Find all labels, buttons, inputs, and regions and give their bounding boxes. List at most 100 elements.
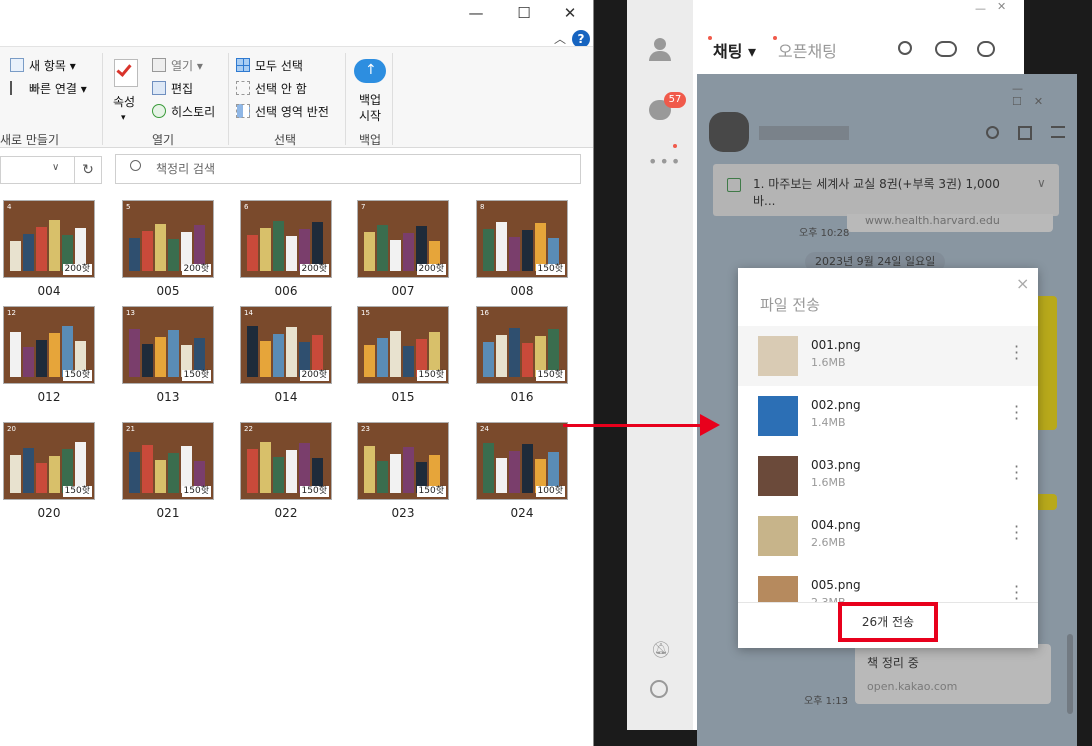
file-thumbnail[interactable]: 16 150핫: [476, 306, 568, 384]
tab-open-chatting[interactable]: 오픈채팅: [778, 38, 837, 62]
file-list-item[interactable]: 005.png2.3MB···: [738, 566, 1038, 602]
select-all-button[interactable]: 모두 선택: [236, 57, 303, 75]
book-shape: [155, 460, 166, 493]
file-name[interactable]: 020: [3, 506, 95, 520]
more-options-icon[interactable]: · · ·: [1014, 339, 1020, 367]
file-name[interactable]: 024: [476, 506, 568, 520]
friends-icon[interactable]: [649, 38, 671, 61]
red-arrow-head: [700, 414, 720, 436]
book-shape: [286, 327, 297, 377]
invert-selection-button[interactable]: 선택 영역 반전: [236, 103, 329, 121]
add-chat-icon[interactable]: [977, 41, 995, 57]
minimize-button[interactable]: —: [456, 2, 496, 24]
file-name[interactable]: 016: [476, 390, 568, 404]
maximize-button[interactable]: ☐: [504, 2, 544, 24]
file-thumbnail[interactable]: 23 150핫: [357, 422, 449, 500]
file-thumbnail[interactable]: 6 200핫: [240, 200, 332, 278]
file-thumbnail[interactable]: 12 150핫: [3, 306, 95, 384]
book-shape: [390, 454, 401, 493]
easy-access-button[interactable]: 빠른 연결 ▾: [10, 80, 87, 98]
file-thumbnail: [758, 576, 798, 602]
backup-group-label: 백업: [359, 133, 382, 147]
thumbnail-badge: 150핫: [62, 370, 92, 381]
file-name[interactable]: 005: [122, 284, 214, 298]
file-explorer-window: — ☐ ✕ ︿ ? 새 항목 ▾ 빠른 연결 ▾ 새로 만들기 속성 ▾ 열기 …: [0, 0, 594, 746]
file-name[interactable]: 015: [357, 390, 449, 404]
file-thumbnail[interactable]: 8 150핫: [476, 200, 568, 278]
thumbnail-badge: 200핫: [299, 370, 329, 381]
file-thumbnail[interactable]: 7 200핫: [357, 200, 449, 278]
book-shape: [273, 221, 284, 271]
file-name[interactable]: 004: [3, 284, 95, 298]
file-list-item[interactable]: 004.png 2.6MB · · ·: [738, 506, 1038, 566]
file-thumbnail[interactable]: 5 200핫: [122, 200, 214, 278]
open-button[interactable]: 열기 ▾: [152, 57, 203, 75]
new-item-button[interactable]: 새 항목 ▾: [10, 57, 76, 75]
properties-icon[interactable]: [114, 59, 138, 87]
thumbnail-number: 20: [7, 425, 16, 433]
kakao-sidebar: 57 ••• 🔕︎: [627, 0, 693, 730]
main-minimize-button[interactable]: —: [975, 2, 986, 15]
book-shape: [129, 329, 140, 377]
close-icon[interactable]: ×: [1016, 274, 1029, 293]
file-thumbnail[interactable]: 14 200핫: [240, 306, 332, 384]
book-shape: [364, 345, 375, 377]
book-shape: [247, 449, 258, 493]
more-icon[interactable]: •••: [648, 152, 682, 171]
thumbnail-number: 21: [126, 425, 135, 433]
file-thumbnail[interactable]: 22 150핫: [240, 422, 332, 500]
more-options-icon[interactable]: · · ·: [1014, 519, 1020, 547]
file-thumbnail[interactable]: 15 150핫: [357, 306, 449, 384]
more-options-icon[interactable]: · · ·: [1014, 579, 1020, 603]
book-shape: [483, 443, 494, 493]
new-chat-icon[interactable]: [935, 41, 957, 57]
search-input[interactable]: 책정리 검색: [115, 154, 581, 184]
thumbnail-badge: 200핫: [416, 264, 446, 275]
file-name[interactable]: 012: [3, 390, 95, 404]
file-size: 2.6MB: [811, 536, 846, 549]
main-close-button[interactable]: ✕: [997, 0, 1006, 13]
file-list-item[interactable]: 003.png 1.6MB · · ·: [738, 446, 1038, 506]
file-name[interactable]: 006: [240, 284, 332, 298]
edit-button[interactable]: 편집: [152, 80, 193, 98]
book-shape: [10, 332, 21, 377]
file-list-item[interactable]: 002.png 1.4MB · · ·: [738, 386, 1038, 446]
file-name[interactable]: 023: [357, 506, 449, 520]
file-thumbnail[interactable]: 13 150핫: [122, 306, 214, 384]
more-options-icon[interactable]: · · ·: [1014, 459, 1020, 487]
settings-gear-icon[interactable]: [650, 680, 668, 698]
address-dropdown-icon[interactable]: ∨: [52, 162, 59, 173]
file-thumbnail[interactable]: 24 100핫: [476, 422, 568, 500]
tab-chatting[interactable]: 채팅 ▾: [713, 38, 756, 62]
file-name[interactable]: 022: [240, 506, 332, 520]
file-name: 005.png: [811, 578, 861, 592]
book-shape: [496, 458, 507, 493]
notification-bell-icon[interactable]: 🔕︎: [651, 640, 671, 659]
file-name[interactable]: 013: [122, 390, 214, 404]
history-button[interactable]: 히스토리: [152, 103, 215, 121]
file-name[interactable]: 007: [357, 284, 449, 298]
ribbon-divider: [345, 53, 346, 145]
select-none-button[interactable]: 선택 안 함: [236, 80, 307, 98]
file-name[interactable]: 014: [240, 390, 332, 404]
send-button[interactable]: 26개 전송: [838, 602, 938, 642]
file-name[interactable]: 008: [476, 284, 568, 298]
file-thumbnail[interactable]: 4 200핫: [3, 200, 95, 278]
book-shape: [168, 239, 179, 271]
properties-dropdown-icon[interactable]: ▾: [121, 109, 126, 127]
collapse-ribbon-icon[interactable]: ︿: [554, 30, 566, 47]
ribbon: 새 항목 ▾ 빠른 연결 ▾ 새로 만들기 속성 ▾ 열기 ▾ 편집 히스토리 …: [0, 46, 593, 148]
thumbnail-image: 4 200핫: [3, 200, 95, 278]
refresh-button[interactable]: ↻: [74, 156, 102, 184]
file-thumbnail[interactable]: 20 150핫: [3, 422, 95, 500]
cloud-upload-icon[interactable]: ↑: [354, 59, 386, 83]
file-name[interactable]: 021: [122, 506, 214, 520]
search-icon[interactable]: [898, 41, 912, 55]
thumbnail-image: 21 150핫: [122, 422, 214, 500]
book-shape: [142, 344, 153, 377]
thumbnail-badge: 150핫: [299, 486, 329, 497]
more-options-icon[interactable]: · · ·: [1014, 399, 1020, 427]
file-thumbnail[interactable]: 21 150핫: [122, 422, 214, 500]
file-list-item[interactable]: 001.png 1.6MB · · ·: [738, 326, 1038, 386]
close-button[interactable]: ✕: [550, 2, 590, 24]
